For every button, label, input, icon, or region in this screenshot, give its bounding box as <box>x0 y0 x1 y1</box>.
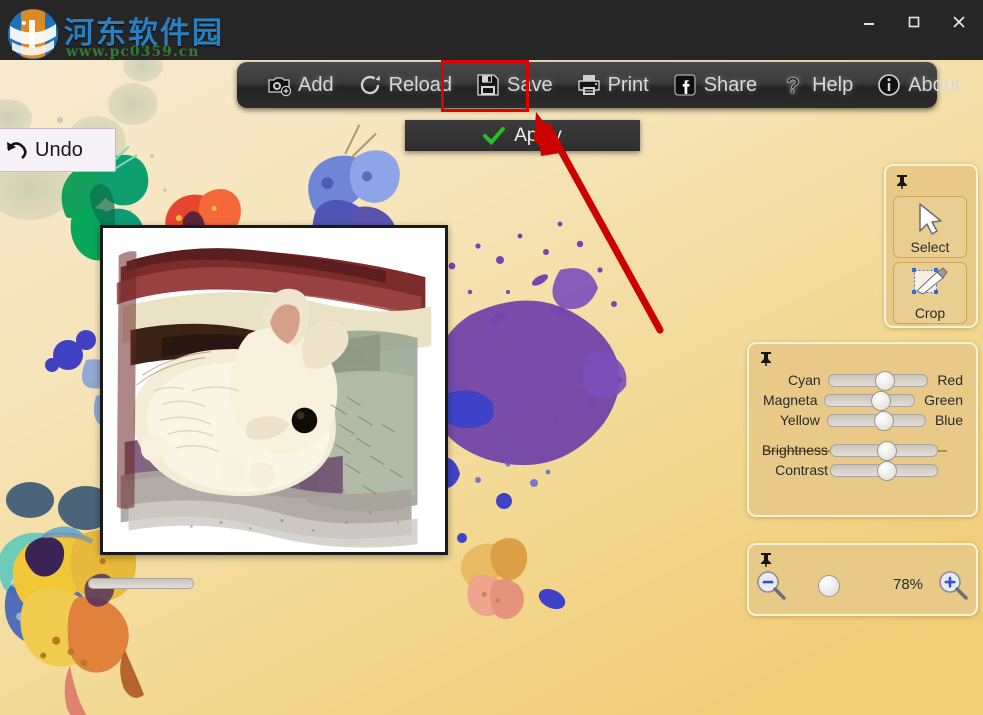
question-mark-icon: ? <box>786 73 800 97</box>
camera-add-icon <box>268 77 291 97</box>
undo-label: Undo <box>35 138 83 161</box>
close-icon <box>953 16 965 28</box>
yellow-label: Yellow <box>779 412 820 428</box>
brightness-slider[interactable] <box>830 440 938 461</box>
color-adjust-panel: Cyan Red Magneta Green Yellow Blue Brigh… <box>747 342 978 517</box>
share-label: Share <box>703 73 758 96</box>
contrast-label: Contrast <box>775 462 828 478</box>
red-label: Red <box>937 372 963 388</box>
apply-label: Apply <box>514 124 562 146</box>
contrast-slider[interactable] <box>830 460 938 481</box>
svg-text:?: ? <box>786 73 799 97</box>
magenta-green-slider[interactable] <box>824 390 916 411</box>
apply-button[interactable]: Apply <box>405 120 640 151</box>
green-check-icon <box>483 126 506 145</box>
help-button[interactable]: ? Help <box>769 63 865 107</box>
print-label: Print <box>607 73 649 96</box>
zoom-slider[interactable] <box>88 578 194 589</box>
cyan-label: Cyan <box>788 372 821 388</box>
undo-button[interactable]: Undo <box>0 128 116 172</box>
pin-icon[interactable] <box>758 551 774 567</box>
reload-label: Reload <box>388 73 452 96</box>
pin-icon[interactable] <box>894 173 910 189</box>
floppy-disk-icon <box>477 74 499 96</box>
cursor-arrow-icon <box>919 203 942 235</box>
zoom-panel <box>747 543 978 616</box>
add-label: Add <box>298 73 334 96</box>
watermark-url: www.pc0359.cn <box>66 44 200 60</box>
magnifier-minus-icon[interactable] <box>756 570 786 600</box>
minimize-button[interactable] <box>846 6 892 38</box>
pin-icon[interactable] <box>758 350 774 366</box>
maximize-button[interactable] <box>891 6 937 38</box>
magenta-label: Magneta <box>763 392 818 408</box>
save-button[interactable]: Save <box>464 63 565 107</box>
save-label: Save <box>506 73 553 96</box>
title-bar: 河东软件园 www.pc0359.cn <box>0 0 983 60</box>
green-label: Green <box>924 392 963 408</box>
site-logo-icon <box>8 9 58 59</box>
yellow-blue-slider-knob[interactable] <box>873 410 894 431</box>
select-tool-button[interactable]: Select <box>893 196 967 258</box>
yellow-blue-slider[interactable] <box>826 410 926 431</box>
share-button[interactable]: Share <box>661 63 769 107</box>
about-button[interactable]: About <box>865 63 972 107</box>
magenta-green-slider-knob[interactable] <box>871 390 892 411</box>
tools-panel: Select Crop <box>884 164 978 328</box>
close-button[interactable] <box>936 6 982 38</box>
image-canvas-photo[interactable] <box>100 225 448 555</box>
printer-icon <box>577 75 600 95</box>
undo-arrow-icon <box>6 142 27 159</box>
rabbit-painting-image <box>103 228 445 552</box>
crop-tool-button[interactable]: Crop <box>893 262 967 324</box>
reload-icon <box>360 75 380 95</box>
select-tool-label: Select <box>910 239 950 255</box>
reload-button[interactable]: Reload <box>346 63 464 107</box>
minimize-icon <box>864 23 874 25</box>
crop-icon <box>912 267 948 295</box>
blue-label: Blue <box>934 412 963 428</box>
add-button[interactable]: Add <box>255 63 346 107</box>
about-label: About <box>908 73 961 96</box>
contrast-slider-knob[interactable] <box>877 460 897 481</box>
maximize-icon <box>908 16 920 28</box>
image-editor-window: 河东软件园 www.pc0359.cn Add Reload Save Prin… <box>0 0 983 715</box>
crop-tool-label: Crop <box>914 305 946 321</box>
main-toolbar: Add Reload Save Print Share ? Help About <box>237 62 960 108</box>
facebook-icon <box>674 74 696 96</box>
magnifier-plus-icon[interactable] <box>938 570 968 600</box>
print-button[interactable]: Print <box>565 63 661 107</box>
info-circle-icon <box>878 74 901 96</box>
zoom-slider-knob[interactable] <box>818 575 840 597</box>
brightness-slider-knob[interactable] <box>877 440 897 461</box>
zoom-percent-label: 78% <box>893 576 924 593</box>
help-label: Help <box>812 73 854 96</box>
brightness-label: Brightness <box>761 442 828 458</box>
cyan-red-slider[interactable] <box>827 370 929 391</box>
cyan-red-slider-knob[interactable] <box>874 370 895 391</box>
